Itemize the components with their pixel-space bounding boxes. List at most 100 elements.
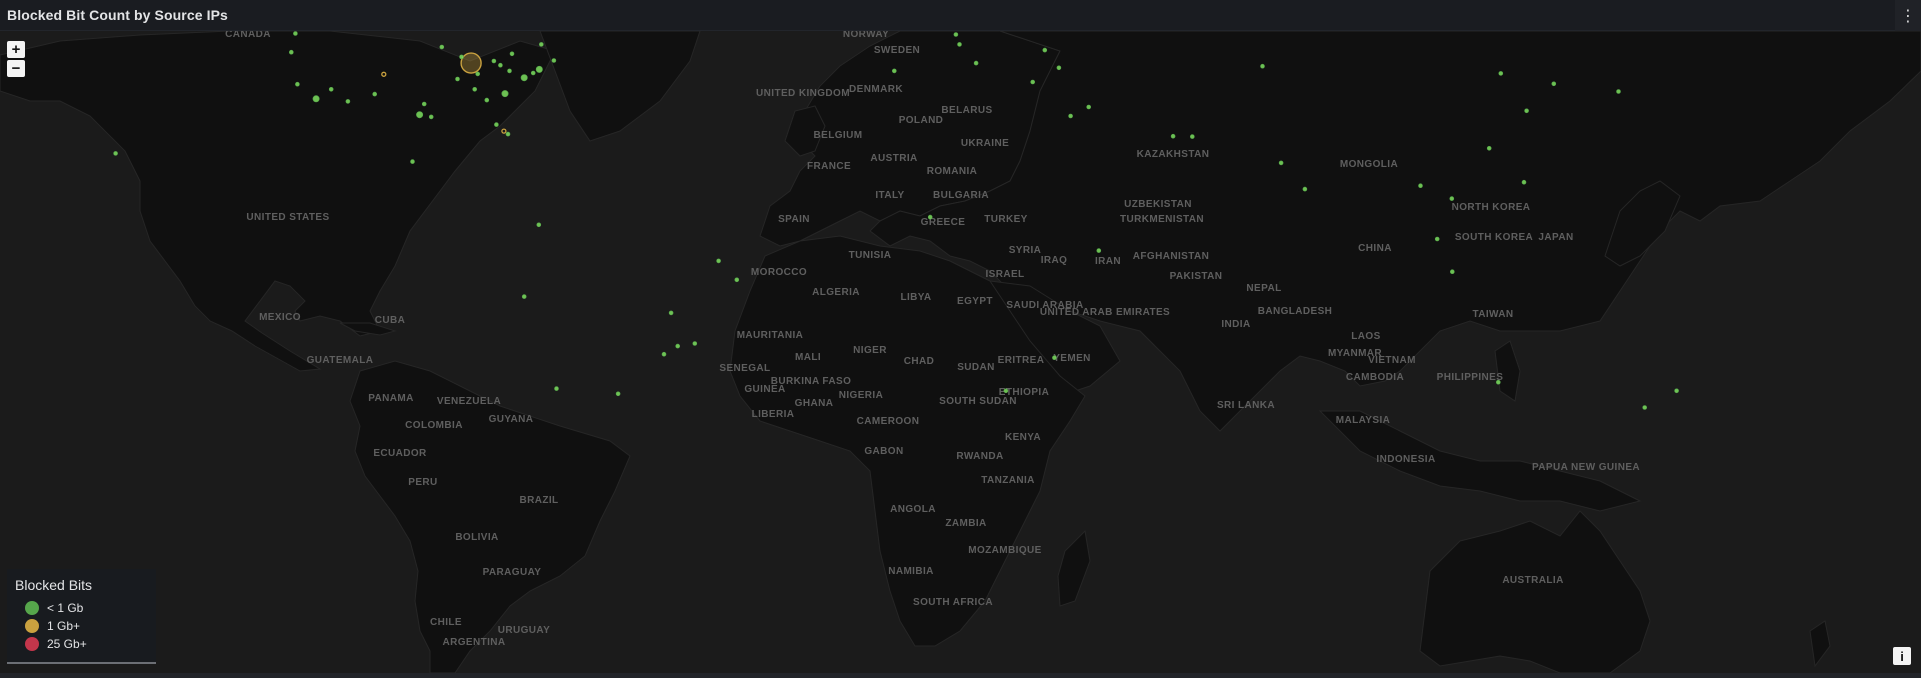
ip-marker[interactable] [1056,65,1062,71]
ip-marker[interactable] [1190,134,1195,139]
ip-marker[interactable] [288,49,294,55]
ip-marker[interactable] [494,122,499,127]
zoom-in-button[interactable]: + [7,41,25,58]
ip-marker[interactable] [716,258,721,264]
ip-marker[interactable] [1086,104,1091,110]
vertical-ellipsis-icon: ⋮ [1900,7,1916,25]
ip-marker[interactable] [1524,108,1529,114]
country-label: SUDAN [957,362,995,373]
ip-marker[interactable] [1616,89,1621,94]
ip-marker[interactable] [554,386,559,391]
ip-marker[interactable] [1498,71,1504,76]
ip-marker[interactable] [505,131,511,137]
ip-marker[interactable] [1052,355,1057,361]
ip-marker[interactable] [538,42,544,47]
ip-marker[interactable] [734,277,740,283]
ip-marker[interactable] [459,54,464,60]
world-map-canvas[interactable]: CANADA NORWAY SWEDEN UNITED KINGDOM DENMARK B… [0,31,1921,673]
country-label: PERU [408,477,437,488]
ip-marker[interactable] [501,90,509,98]
ip-marker[interactable] [421,101,427,107]
ip-marker[interactable] [692,341,698,346]
ip-marker[interactable] [475,71,481,77]
australia-land [1419,510,1651,673]
ip-marker[interactable] [1003,388,1009,394]
country-label: NIGERIA [839,390,883,401]
ip-marker[interactable] [416,111,424,119]
ip-marker[interactable] [953,32,959,37]
ip-marker[interactable] [551,58,557,63]
country-label: PARAGUAY [483,567,542,578]
world-map[interactable]: CANADA NORWAY SWEDEN UNITED KINGDOM DENMARK B… [0,31,1921,673]
country-label: MOZAMBIQUE [968,545,1041,556]
country-label: DENMARK [849,84,903,95]
ip-marker[interactable] [1496,379,1501,385]
ip-marker[interactable] [509,51,515,57]
ip-marker[interactable] [1450,269,1455,274]
country-label: NORTH KOREA [1452,202,1531,213]
country-label: CUBA [375,315,406,326]
ip-marker[interactable] [410,159,415,164]
ip-marker[interactable] [312,95,320,103]
ip-marker[interactable] [668,310,674,316]
country-label: PAPUA NEW GUINEA [1532,462,1640,473]
ip-marker[interactable] [675,343,681,349]
ip-marker[interactable] [1418,183,1423,188]
ip-marker[interactable] [460,52,482,74]
ip-marker[interactable] [491,58,497,64]
country-label: CHILE [430,617,462,628]
ip-marker[interactable] [1096,248,1102,253]
ip-marker[interactable] [472,86,478,92]
ip-marker[interactable] [1551,81,1557,87]
zoom-out-button[interactable]: − [7,60,25,77]
country-label: SWEDEN [874,45,920,56]
country-label: GABON [864,446,903,457]
ip-marker[interactable] [1068,113,1073,119]
country-label: URUGUAY [498,625,550,636]
ip-marker[interactable] [891,68,897,74]
ip-marker[interactable] [345,99,351,104]
panel-header: Blocked Bit Count by Source IPs ⋮ [0,0,1921,31]
ip-marker[interactable] [439,44,445,50]
info-button[interactable]: i [1893,647,1911,665]
panel-menu-button[interactable]: ⋮ [1895,0,1921,31]
ip-marker[interactable] [1042,47,1048,53]
ip-marker[interactable] [957,42,962,47]
ip-marker[interactable] [1521,179,1527,185]
ip-marker[interactable] [520,74,528,82]
ip-marker[interactable] [1302,186,1308,192]
ip-marker[interactable] [1674,388,1679,394]
ip-marker[interactable] [293,31,298,36]
ip-marker[interactable] [507,68,512,74]
ip-marker[interactable] [536,222,542,228]
ip-marker[interactable] [1486,146,1492,151]
greenland-land [539,31,701,142]
ip-marker[interactable] [1260,63,1265,69]
ip-marker[interactable] [428,114,434,120]
ip-marker[interactable] [1170,133,1176,139]
ip-marker[interactable] [1449,196,1455,201]
country-label: FRANCE [807,161,851,172]
ip-marker[interactable] [484,97,490,103]
ip-marker[interactable] [328,86,334,92]
country-label: BELGIUM [814,130,863,141]
country-label: SYRIA [1009,245,1042,256]
ip-marker[interactable] [1278,160,1284,166]
ip-marker[interactable] [455,76,460,82]
ip-marker[interactable] [1642,405,1647,410]
ip-marker[interactable] [535,65,543,73]
ip-marker[interactable] [498,62,503,68]
ip-marker[interactable] [973,60,979,66]
ip-marker[interactable] [661,351,667,357]
ip-marker[interactable] [1434,236,1440,242]
ip-marker[interactable] [372,91,378,97]
ip-marker[interactable] [113,151,118,156]
ip-marker[interactable] [615,391,621,397]
ip-marker[interactable] [501,128,507,134]
ip-marker[interactable] [521,294,527,299]
country-label: ECUADOR [373,448,427,459]
ip-marker[interactable] [1030,79,1035,85]
ip-marker[interactable] [295,81,300,87]
ip-marker[interactable] [927,214,933,220]
ip-marker[interactable] [530,70,536,76]
